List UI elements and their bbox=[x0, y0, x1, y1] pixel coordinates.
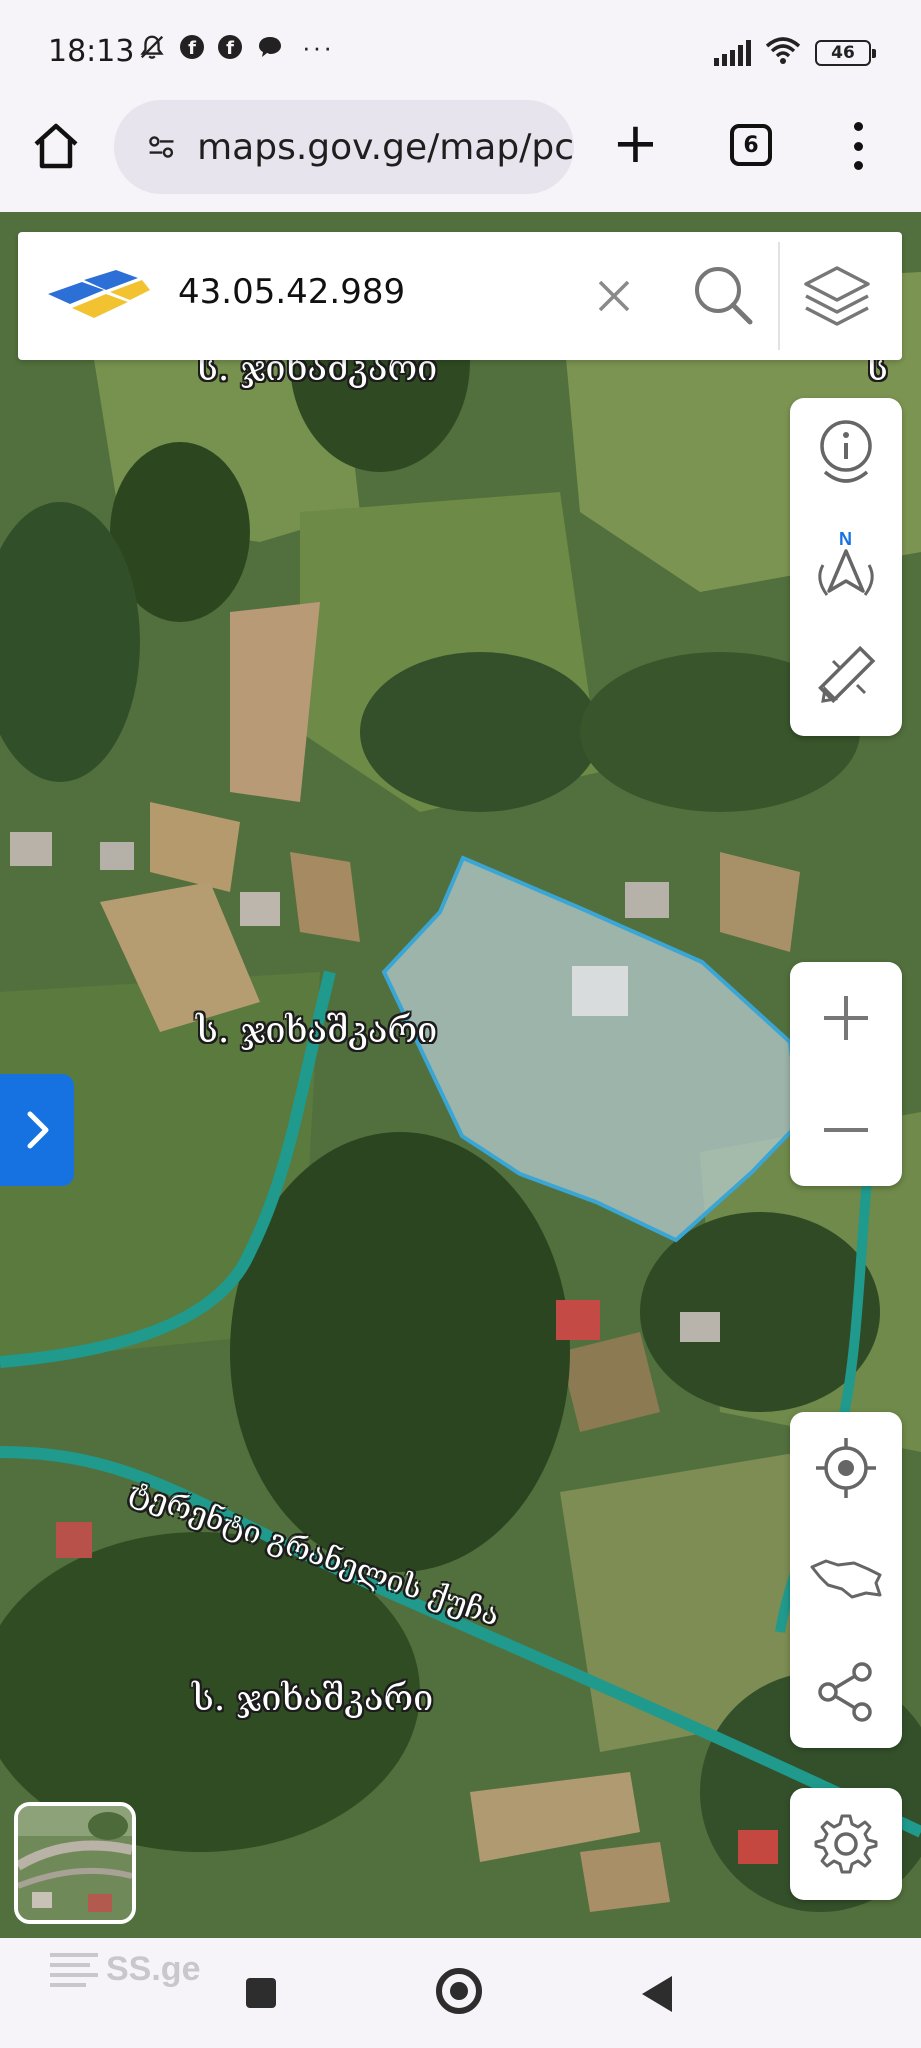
facebook-icon: f bbox=[218, 35, 242, 59]
divider bbox=[778, 242, 780, 350]
search-input[interactable]: 43.05.42.989 bbox=[178, 272, 405, 312]
satellite-imagery bbox=[0, 212, 921, 1938]
home-button[interactable] bbox=[30, 120, 82, 172]
north-compass-icon: N bbox=[818, 529, 874, 596]
status-notification-icons: f f ··· bbox=[138, 32, 338, 62]
settings-button[interactable] bbox=[790, 1788, 902, 1900]
back-button[interactable] bbox=[642, 1976, 672, 2012]
browser-toolbar: maps.gov.ge/map/pc + 6 bbox=[0, 96, 921, 212]
map-canvas[interactable]: ს. ჯიხაშკარი ს ს. ჯიხაშკარი ს. ჯიხაშკარი… bbox=[0, 212, 921, 1938]
address-bar[interactable]: maps.gov.ge/map/pc bbox=[114, 100, 574, 194]
map-tools-top: N bbox=[790, 398, 902, 736]
wifi-icon bbox=[765, 36, 801, 69]
new-tab-button[interactable]: + bbox=[612, 116, 659, 172]
georgia-map-icon bbox=[810, 1559, 882, 1599]
tab-switcher-button[interactable]: 6 bbox=[730, 124, 772, 166]
clear-button[interactable] bbox=[590, 272, 638, 320]
watermark: SS.ge bbox=[50, 1950, 200, 1989]
zoom-out-button[interactable] bbox=[790, 1074, 902, 1186]
home-nav-button[interactable] bbox=[436, 1968, 482, 2014]
basemap-switcher[interactable] bbox=[14, 1802, 136, 1924]
side-panel-toggle[interactable] bbox=[0, 1074, 74, 1186]
search-icon bbox=[695, 267, 753, 325]
locate-button[interactable] bbox=[790, 1412, 902, 1524]
status-system-icons: 46 bbox=[714, 36, 876, 69]
site-settings-icon[interactable] bbox=[148, 132, 175, 162]
battery-icon: 46 bbox=[815, 39, 876, 66]
locate-me-icon bbox=[816, 1438, 876, 1498]
svg-text:N: N bbox=[839, 529, 852, 549]
close-icon bbox=[598, 280, 630, 312]
chat-icon bbox=[256, 32, 284, 62]
napr-logo bbox=[48, 270, 150, 318]
basemap-thumbnail bbox=[18, 1806, 132, 1920]
chevron-right-icon bbox=[27, 1111, 49, 1149]
watermark-text: SS.ge bbox=[106, 1950, 201, 1988]
share-button[interactable] bbox=[790, 1636, 902, 1748]
recents-button[interactable] bbox=[246, 1978, 276, 2008]
country-extent-button[interactable] bbox=[790, 1524, 902, 1636]
village-label: ს. ჯიხაშკარი bbox=[196, 1010, 438, 1051]
status-bar: 18:13 f f ··· 46 bbox=[0, 0, 921, 96]
village-label: ს. ჯიხაშკარი bbox=[192, 1678, 434, 1719]
map-tools-bottom bbox=[790, 1412, 902, 1748]
signal-icon bbox=[714, 39, 751, 66]
compass-button[interactable]: N bbox=[790, 510, 902, 622]
facebook-icon: f bbox=[180, 35, 204, 59]
browser-menu-button[interactable] bbox=[852, 122, 864, 170]
url-text: maps.gov.ge/map/pc bbox=[197, 126, 574, 168]
measure-button[interactable] bbox=[790, 622, 902, 734]
zoom-in-button[interactable] bbox=[790, 962, 902, 1074]
layers-icon bbox=[804, 266, 870, 326]
home-icon bbox=[34, 123, 78, 169]
map-search-bar: 43.05.42.989 bbox=[18, 232, 902, 360]
zoom-out-icon bbox=[824, 1128, 868, 1132]
zoom-in-icon bbox=[824, 996, 868, 1040]
watermark-lines-icon bbox=[50, 1952, 98, 1987]
more-notifications: ··· bbox=[302, 31, 334, 62]
layers-button[interactable] bbox=[800, 262, 874, 332]
zoom-controls bbox=[790, 962, 902, 1186]
system-navigation-bar: SS.ge bbox=[0, 1938, 921, 2048]
share-icon bbox=[818, 1662, 872, 1722]
search-button[interactable] bbox=[690, 262, 756, 328]
info-button[interactable] bbox=[790, 398, 902, 510]
mute-icon bbox=[138, 32, 166, 62]
status-time: 18:13 bbox=[48, 34, 135, 69]
measure-ruler-icon bbox=[818, 645, 876, 704]
settings-group bbox=[790, 1788, 902, 1900]
gear-icon bbox=[814, 1814, 878, 1874]
info-pin-icon bbox=[820, 420, 872, 483]
